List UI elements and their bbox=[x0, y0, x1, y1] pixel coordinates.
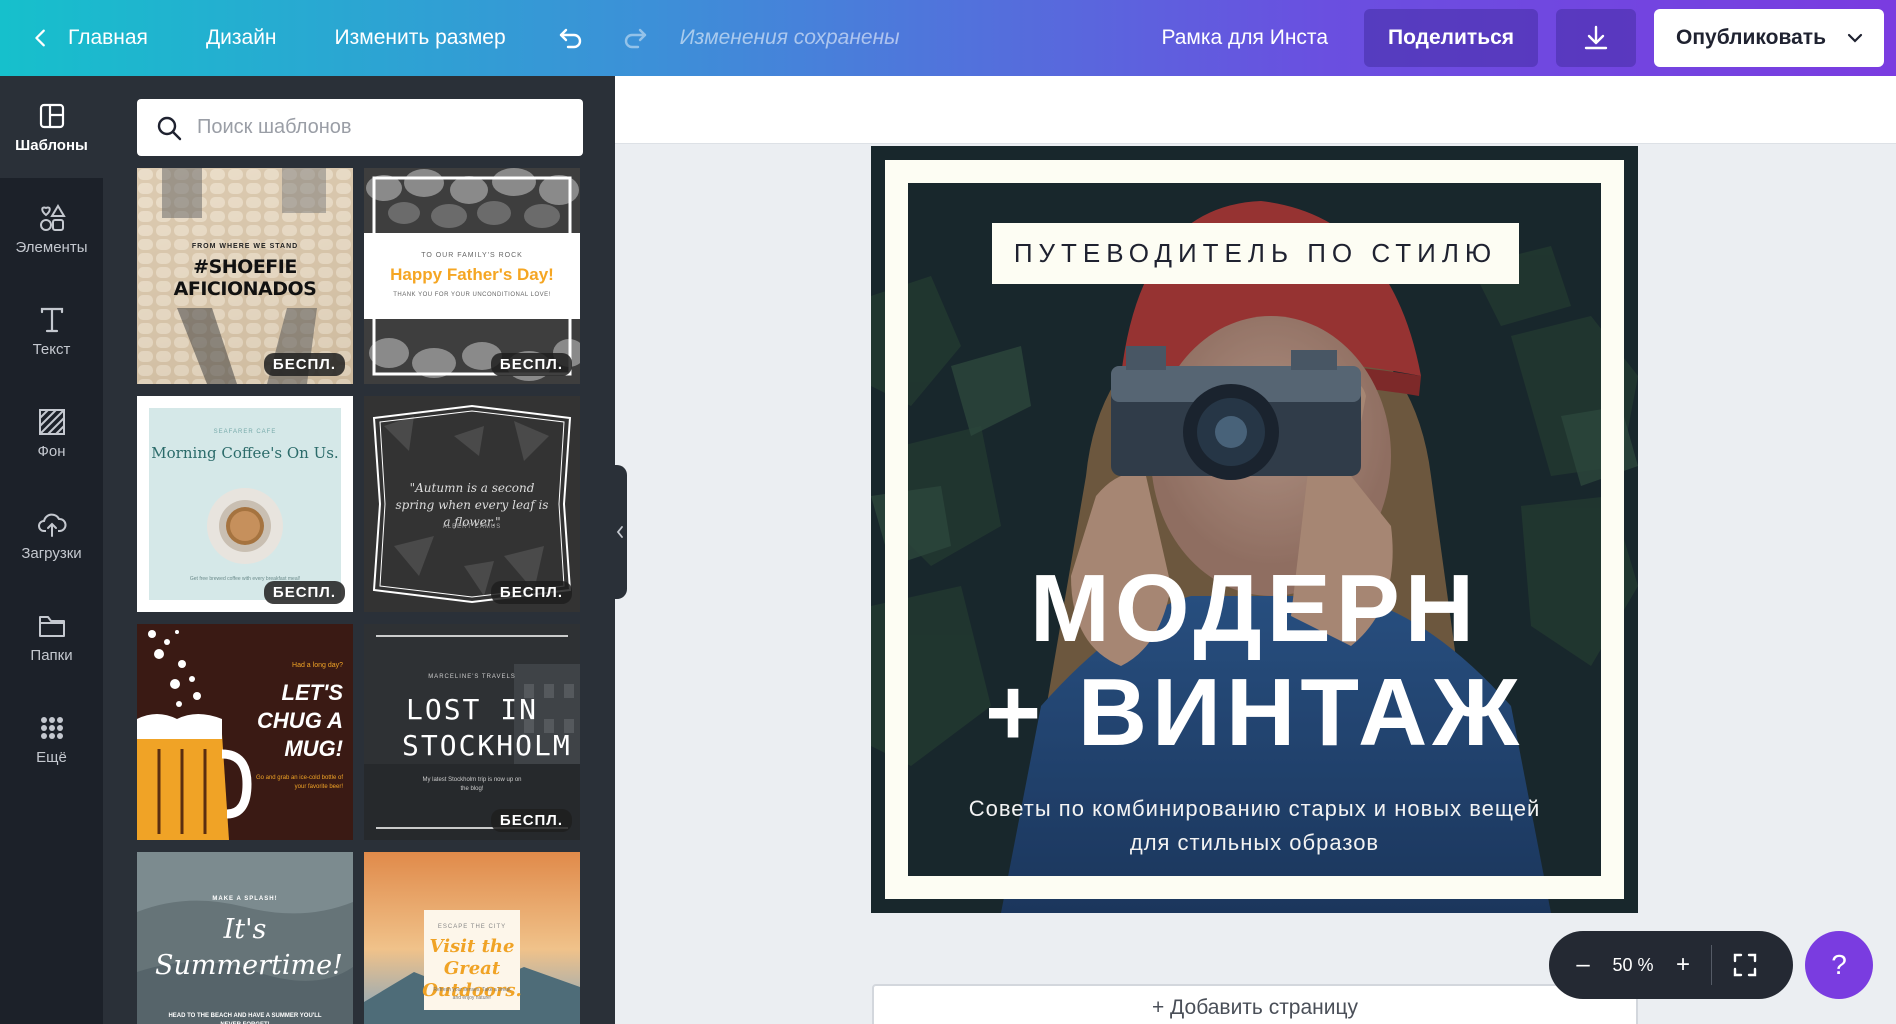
template-title: Happy Father's Day! bbox=[390, 265, 554, 284]
chevron-left-icon bbox=[616, 526, 623, 538]
template-card[interactable]: Had a long day? LET'S CHUG A MUG! Go and… bbox=[137, 624, 353, 840]
template-card[interactable]: MARCELINE'S TRAVELS LOST IN STOCKHOLM My… bbox=[364, 624, 580, 840]
text-icon bbox=[40, 307, 63, 332]
rail-label: Элементы bbox=[15, 238, 88, 256]
rail-label: Ещё bbox=[36, 748, 67, 766]
free-badge: БЕСПЛ. bbox=[490, 809, 572, 832]
caption-line: Советы по комбинированию старых и новых … bbox=[968, 796, 1541, 821]
template-title: #SHOEFIE AFICIONADOS bbox=[173, 256, 317, 300]
template-sub-text: My latest Stockholm trip is now up on th… bbox=[422, 777, 522, 792]
chevron-down-icon bbox=[1847, 33, 1863, 43]
free-badge: БЕСПЛ. bbox=[263, 353, 345, 376]
chevron-left-icon bbox=[35, 29, 45, 47]
template-sub-text: Go and grab an ice-cold bottle of your f… bbox=[255, 775, 343, 790]
share-button[interactable]: Поделиться bbox=[1364, 9, 1539, 67]
design-caption[interactable]: Советы по комбинированию старых и новых … bbox=[951, 792, 1558, 860]
rail-item-text[interactable]: Текст bbox=[0, 280, 103, 382]
collapse-panel-handle[interactable] bbox=[613, 465, 627, 599]
template-small-text: TO OUR FAMILY'S ROCK bbox=[421, 252, 523, 259]
rail-label: Фон bbox=[37, 442, 66, 460]
template-sub-text: HEAD TO THE BEACH AND HAVE A SUMMER YOU'… bbox=[168, 1013, 322, 1024]
design-subtitle[interactable]: ПУТЕВОДИТЕЛЬ ПО СТИЛЮ bbox=[992, 223, 1519, 284]
template-small-text: MARCELINE'S TRAVELS bbox=[428, 674, 516, 680]
resize-menu[interactable]: Изменить размер bbox=[335, 26, 506, 50]
caption-line: для стильных образов bbox=[1129, 830, 1380, 855]
templates-panel: FROM WHERE WE STAND #SHOEFIE AFICIONADOS… bbox=[103, 76, 615, 1024]
undo-button[interactable] bbox=[556, 23, 586, 53]
cloud-upload-icon bbox=[37, 513, 66, 537]
template-card[interactable]: "Autumn is a second spring when every le… bbox=[364, 396, 580, 612]
template-title: It's Summertime! bbox=[155, 914, 343, 981]
side-rail: Шаблоны Элементы Текст Фон Загрузки Папк… bbox=[0, 76, 103, 1024]
zoom-in-button[interactable]: + bbox=[1663, 951, 1703, 979]
free-badge: БЕСПЛ. bbox=[490, 581, 572, 604]
search-input[interactable] bbox=[197, 116, 557, 139]
rail-label: Загрузки bbox=[21, 544, 82, 562]
rail-label: Папки bbox=[30, 646, 73, 664]
home-link[interactable]: Главная bbox=[68, 26, 148, 50]
template-small-text: ESCAPE THE CITY bbox=[437, 924, 507, 930]
redo-button[interactable] bbox=[620, 23, 650, 53]
rail-item-background[interactable]: Фон bbox=[0, 382, 103, 484]
template-small-text: SEAFARER CAFE bbox=[213, 429, 277, 435]
design-canvas[interactable]: ПУТЕВОДИТЕЛЬ ПО СТИЛЮ МОДЕРН + ВИНТАЖ Со… bbox=[871, 146, 1638, 913]
template-search[interactable] bbox=[137, 99, 583, 156]
publish-label: Опубликовать bbox=[1676, 26, 1826, 49]
fullscreen-button[interactable] bbox=[1720, 952, 1770, 978]
free-badge: БЕСПЛ. bbox=[490, 353, 572, 376]
layout-icon bbox=[39, 103, 64, 128]
template-sub-text: THANK YOU FOR YOUR UNCONDITIONAL LOVE! bbox=[393, 292, 551, 298]
template-card[interactable]: MAKE A SPLASH! It's Summertime! HEAD TO … bbox=[137, 852, 353, 1024]
rail-label: Шаблоны bbox=[15, 136, 88, 154]
template-author: ALBERT CAMUS bbox=[442, 524, 502, 530]
template-title: LET'S CHUG A MUG! bbox=[257, 680, 343, 761]
rail-label: Текст bbox=[32, 340, 71, 358]
grid-dots-icon bbox=[40, 716, 63, 739]
back-button[interactable] bbox=[30, 27, 52, 49]
download-icon bbox=[1584, 25, 1608, 50]
canvas-header bbox=[615, 76, 1896, 144]
template-title: LOST IN STOCKHOLM bbox=[402, 693, 572, 762]
zoom-controls: – 50 % + bbox=[1549, 931, 1793, 999]
template-card[interactable]: ESCAPE THE CITY Visit the Great Outdoors… bbox=[364, 852, 580, 1024]
template-small-text: MAKE A SPLASH! bbox=[212, 896, 278, 902]
rail-item-uploads[interactable]: Загрузки bbox=[0, 484, 103, 586]
rail-item-elements[interactable]: Элементы bbox=[0, 178, 103, 280]
add-page-button[interactable]: + Добавить страницу bbox=[872, 984, 1638, 1024]
folder-icon bbox=[38, 615, 65, 637]
zoom-level[interactable]: 50 % bbox=[1603, 955, 1663, 976]
search-icon bbox=[157, 116, 182, 140]
template-sub-text: Refresh your senses. Take a break and en… bbox=[433, 987, 511, 1001]
design-headline-line1[interactable]: МОДЕРН bbox=[871, 554, 1638, 664]
top-bar: Главная Дизайн Изменить размер Изменения… bbox=[0, 0, 1896, 76]
redo-icon bbox=[624, 28, 646, 49]
rail-item-templates[interactable]: Шаблоны bbox=[0, 76, 103, 178]
design-headline-line2[interactable]: + ВИНТАЖ bbox=[871, 658, 1638, 768]
fullscreen-icon bbox=[1733, 953, 1757, 977]
rail-item-more[interactable]: Ещё bbox=[0, 688, 103, 790]
template-card[interactable]: TO OUR FAMILY'S ROCK Happy Father's Day!… bbox=[364, 168, 580, 384]
download-button[interactable] bbox=[1556, 9, 1637, 67]
template-card[interactable]: SEAFARER CAFE Morning Coffee's On Us. Ge… bbox=[137, 396, 353, 612]
save-status: Изменения сохранены bbox=[679, 26, 900, 49]
undo-icon bbox=[559, 28, 581, 49]
help-button[interactable]: ? bbox=[1805, 931, 1873, 999]
publish-button[interactable]: Опубликовать bbox=[1654, 9, 1884, 67]
background-pattern-icon bbox=[38, 408, 65, 435]
template-small-text: FROM WHERE WE STAND bbox=[191, 243, 299, 250]
free-badge: БЕСПЛ. bbox=[263, 581, 345, 604]
template-card[interactable]: FROM WHERE WE STAND #SHOEFIE AFICIONADOS… bbox=[137, 168, 353, 384]
design-menu[interactable]: Дизайн bbox=[206, 26, 277, 50]
rail-item-folders[interactable]: Папки bbox=[0, 586, 103, 688]
template-title: Morning Coffee's On Us. bbox=[151, 444, 339, 462]
shapes-icon bbox=[39, 203, 66, 231]
zoom-out-button[interactable]: – bbox=[1563, 951, 1603, 979]
template-small-text: Had a long day? bbox=[292, 662, 343, 669]
document-name[interactable]: Рамка для Инста bbox=[1161, 26, 1328, 50]
